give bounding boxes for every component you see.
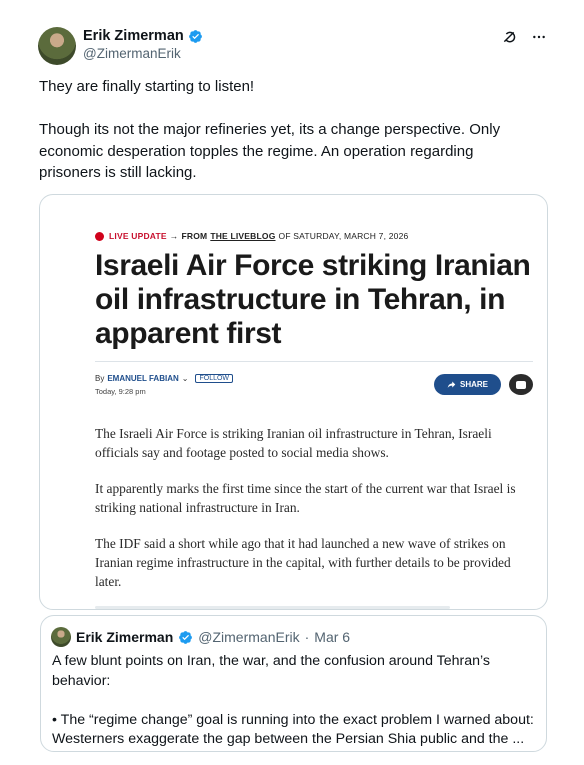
article-paragraph: It apparently marks the first time since… bbox=[95, 481, 516, 515]
more-icon[interactable] bbox=[530, 28, 548, 46]
comment-icon bbox=[509, 374, 533, 395]
live-update-line: LIVE UPDATE → FROM THE LIVEBLOG OF SATUR… bbox=[95, 231, 535, 241]
live-update-label: LIVE UPDATE bbox=[109, 231, 167, 241]
date-label: OF SATURDAY, MARCH 7, 2026 bbox=[278, 231, 409, 241]
chevron-down-icon: ⌄ bbox=[181, 374, 189, 383]
liveblog-link: THE LIVEBLOG bbox=[210, 231, 276, 241]
article-screenshot-card[interactable]: LIVE UPDATE → FROM THE LIVEBLOG OF SATUR… bbox=[39, 194, 548, 610]
by-label: By bbox=[95, 374, 105, 383]
grok-icon[interactable] bbox=[500, 28, 518, 46]
article-paragraph: The Israeli Air Force is striking Irania… bbox=[95, 426, 492, 460]
avatar[interactable] bbox=[38, 27, 76, 65]
article-paragraph: The IDF said a short while ago that it h… bbox=[95, 536, 511, 589]
tweet-text: They are finally starting to listen! Tho… bbox=[39, 78, 501, 181]
share-button: SHARE bbox=[434, 374, 501, 395]
divider bbox=[95, 361, 533, 362]
byline-author: EMANUEL FABIAN bbox=[107, 374, 179, 383]
follow-badge: FOLLOW bbox=[195, 374, 234, 383]
tweet-header: Erik Zimerman @ZimermanErik bbox=[38, 25, 558, 65]
header-actions bbox=[500, 28, 548, 46]
quoted-tweet-text: A few blunt points on Iran, the war, and… bbox=[52, 653, 534, 747]
author-handle[interactable]: @ZimermanErik bbox=[83, 46, 181, 61]
from-label: FROM bbox=[181, 231, 208, 241]
article: LIVE UPDATE → FROM THE LIVEBLOG OF SATUR… bbox=[95, 231, 535, 591]
quoted-tweet-header: Erik Zimerman @ZimermanErik · Mar 6 bbox=[51, 627, 350, 647]
live-dot-icon bbox=[95, 231, 104, 241]
quoted-tweet[interactable]: Erik Zimerman @ZimermanErik · Mar 6 A fe… bbox=[40, 615, 547, 752]
share-label: SHARE bbox=[459, 380, 488, 389]
author-name-row[interactable]: Erik Zimerman bbox=[83, 28, 203, 44]
separator: · bbox=[304, 629, 310, 645]
author-name[interactable]: Erik Zimerman bbox=[83, 28, 184, 44]
avatar bbox=[51, 627, 71, 647]
share-arrow-icon bbox=[447, 381, 456, 388]
verified-badge-icon bbox=[179, 630, 193, 644]
arrow-icon: → bbox=[169, 231, 179, 241]
card-bottom-edge bbox=[95, 606, 450, 609]
article-headline: Israeli Air Force striking Iranian oil i… bbox=[95, 249, 531, 350]
quoted-author-handle: @ZimermanErik bbox=[198, 629, 300, 645]
verified-badge-icon bbox=[188, 29, 202, 43]
quoted-date: Mar 6 bbox=[314, 629, 351, 645]
byline-row: By EMANUEL FABIAN ⌄ FOLLOW Today, 9:28 p… bbox=[95, 374, 535, 404]
quoted-author-name: Erik Zimerman bbox=[76, 629, 174, 645]
